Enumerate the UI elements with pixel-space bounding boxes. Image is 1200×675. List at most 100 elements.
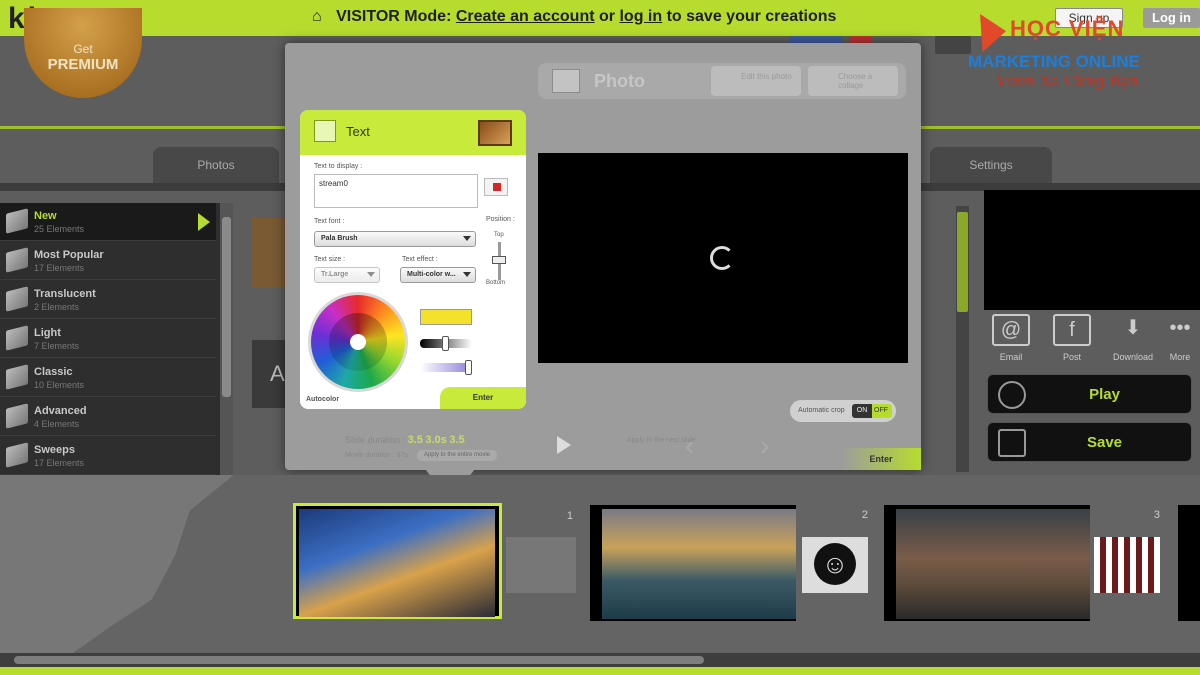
- selected-color-swatch[interactable]: [420, 309, 472, 325]
- slide-photo: [299, 509, 495, 617]
- share-email-button[interactable]: @ Email: [985, 314, 1037, 362]
- next-arrow-icon[interactable]: ›: [760, 430, 769, 462]
- or-label: or: [599, 8, 616, 25]
- effect-thumbnail[interactable]: [252, 218, 286, 288]
- apply-all-button[interactable]: Apply to the entire movie: [417, 450, 497, 461]
- text-effect-select[interactable]: Multi-color w...: [400, 267, 476, 283]
- category-count: 25 Elements: [34, 224, 85, 234]
- automatic-crop-label: Automatic crop: [798, 407, 845, 414]
- position-bottom-label: Bottom: [486, 280, 506, 286]
- color-wheel[interactable]: [308, 292, 408, 392]
- text-panel-title: Text: [346, 124, 370, 139]
- category-item-new[interactable]: New 25 Elements: [0, 203, 216, 241]
- crop-switch[interactable]: ON OFF: [852, 404, 892, 418]
- scrollbar-thumb[interactable]: [14, 656, 704, 664]
- effects-scrollbar[interactable]: [956, 206, 969, 472]
- brightness-slider[interactable]: [420, 336, 472, 351]
- play-preview-icon[interactable]: [557, 436, 571, 454]
- tab-settings[interactable]: Settings: [930, 147, 1052, 183]
- play-label: Play: [1089, 386, 1120, 403]
- choose-collage-label: Choose a collage: [838, 72, 873, 90]
- bottom-accent-bar: [0, 667, 1200, 675]
- more-icon: •••: [1169, 317, 1191, 339]
- timeline-slide-4[interactable]: [1178, 505, 1200, 621]
- save-label: Save: [1086, 434, 1123, 451]
- edit-photo-label: Edit this photo: [741, 72, 792, 81]
- prev-arrow-icon[interactable]: ‹: [685, 430, 694, 462]
- category-item-classic[interactable]: Classic 10 Elements: [0, 359, 216, 397]
- text-enter-button[interactable]: Enter: [440, 387, 526, 409]
- timeline-slide-3[interactable]: 3: [884, 505, 1160, 621]
- share-label: More: [1169, 352, 1191, 362]
- text-size-select[interactable]: Tr.Large: [314, 267, 380, 283]
- play-arrow-icon: [198, 213, 210, 231]
- play-button[interactable]: Play: [987, 374, 1192, 414]
- category-item-translucent[interactable]: Translucent 2 Elements: [0, 281, 216, 319]
- share-more-button[interactable]: ••• More: [1160, 314, 1200, 362]
- photo-dialog-header: Photo Edit this photo Choose a collage: [538, 63, 906, 99]
- photo-preview: [538, 153, 908, 363]
- email-icon: @: [992, 314, 1030, 346]
- text-font-label: Text font :: [314, 218, 345, 225]
- timeline-slide-2[interactable]: 2: [590, 505, 868, 621]
- home-icon[interactable]: ⌂: [312, 8, 322, 26]
- get-premium-badge[interactable]: Get PREMIUM: [24, 8, 142, 98]
- log-in-link[interactable]: log in: [619, 8, 662, 25]
- phone-mail-icon[interactable]: [935, 36, 971, 54]
- clear-text-button[interactable]: [484, 178, 508, 196]
- transition-thumbnail[interactable]: [506, 537, 576, 593]
- slider-knob[interactable]: [442, 336, 449, 351]
- text-to-display-input[interactable]: stream0: [314, 174, 478, 208]
- image-icon[interactable]: [478, 120, 512, 146]
- transition-thumbnail[interactable]: ☺: [802, 537, 868, 593]
- category-list: New 25 Elements Most Popular 17 Elements…: [0, 203, 220, 475]
- category-icon: [6, 286, 28, 312]
- effect-thumbnail[interactable]: A: [252, 340, 286, 408]
- slide-photo: [602, 509, 796, 619]
- share-download-button[interactable]: ⬇ Download: [1107, 314, 1159, 362]
- premium-get-label: Get: [73, 42, 93, 56]
- duration-minus[interactable]: 3.5: [408, 434, 423, 446]
- share-label: Download: [1112, 352, 1154, 362]
- edit-photo-button[interactable]: Edit this photo: [711, 66, 801, 96]
- enter-label: Enter: [472, 393, 494, 402]
- slider-knob[interactable]: [465, 360, 472, 375]
- timeline-slide-1[interactable]: 1: [293, 503, 573, 619]
- category-item-advanced[interactable]: Advanced 4 Elements: [0, 398, 216, 436]
- category-item-sweeps[interactable]: Sweeps 17 Elements: [0, 437, 216, 475]
- create-account-link[interactable]: Create an account: [456, 8, 595, 25]
- timeline: 1 2 ☺ 3: [0, 475, 1200, 653]
- category-name: Classic: [34, 366, 73, 378]
- autocolor-checkbox[interactable]: Autocolor: [306, 396, 339, 403]
- save-creations-text: to save your creations: [666, 8, 837, 25]
- dialog-enter-button[interactable]: Enter: [841, 448, 921, 470]
- position-knob[interactable]: [492, 256, 506, 264]
- opacity-slider[interactable]: [420, 360, 472, 375]
- slide-duration: Slide duration : 3.5 3.0s 3.5: [345, 434, 465, 446]
- category-name: Translucent: [34, 288, 96, 300]
- category-item-most-popular[interactable]: Most Popular 17 Elements: [0, 242, 216, 280]
- switch-off: OFF: [874, 407, 888, 414]
- watermark-line3: Vươn Xa Cùng Bạn: [996, 72, 1140, 90]
- save-button[interactable]: Save: [987, 422, 1192, 462]
- tab-photos[interactable]: Photos: [153, 147, 279, 183]
- text-font-select[interactable]: Pala Brush: [314, 231, 476, 247]
- choose-collage-button[interactable]: Choose a collage: [808, 66, 898, 96]
- duration-plus[interactable]: 3.5: [449, 434, 464, 446]
- scrollbar-thumb[interactable]: [957, 212, 968, 312]
- scrollbar-thumb[interactable]: [222, 217, 231, 397]
- text-effect-label: Text effect :: [402, 256, 438, 263]
- category-count: 10 Elements: [34, 380, 85, 390]
- position-slider[interactable]: Top Bottom: [486, 230, 510, 290]
- pen-icon: [314, 120, 336, 142]
- transition-thumbnail[interactable]: [1094, 537, 1160, 593]
- timeline-scrollbar[interactable]: [0, 653, 1200, 667]
- text-size-label: Text size :: [314, 256, 346, 263]
- photo-dialog-title: Photo: [594, 71, 645, 91]
- share-post-button[interactable]: f Post: [1046, 314, 1098, 362]
- automatic-crop-toggle[interactable]: Automatic crop ON OFF: [790, 400, 896, 422]
- category-name: Advanced: [34, 405, 87, 417]
- category-scrollbar[interactable]: [220, 203, 233, 475]
- category-item-light[interactable]: Light 7 Elements: [0, 320, 216, 358]
- photo-dialog-footer: Slide duration : 3.5 3.0s 3.5 Movie dura…: [315, 426, 835, 466]
